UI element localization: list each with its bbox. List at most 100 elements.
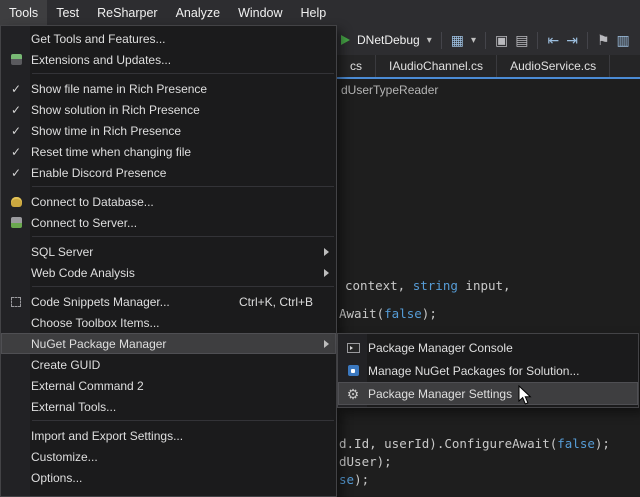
snippets-icon [11, 297, 21, 307]
code-line: d.Id, userId).ConfigureAwait(false); [339, 436, 610, 451]
menu-item-import-export-settings[interactable]: Import and Export Settings... [1, 425, 336, 446]
submenu-item-manage-nuget-packages[interactable]: Manage NuGet Packages for Solution... [338, 359, 638, 382]
menu-bar: Tools Test ReSharper Analyze Window Help [0, 0, 640, 25]
attach-icon[interactable]: ▦ [451, 33, 464, 47]
menu-item-label: Show solution in Rich Presence [31, 103, 200, 117]
menu-item-label: External Command 2 [31, 379, 144, 393]
menu-separator [32, 420, 334, 421]
menubar-item-window[interactable]: Window [229, 0, 291, 25]
code-line: dUser); [339, 454, 392, 469]
menu-separator [32, 236, 334, 237]
menu-separator [32, 73, 334, 74]
menu-item-label: Import and Export Settings... [31, 429, 183, 443]
menu-item-label: Manage NuGet Packages for Solution... [368, 364, 579, 378]
menu-item-label: Enable Discord Presence [31, 166, 166, 180]
code-line: Await(false); [339, 306, 437, 321]
submenu-arrow-icon [324, 248, 329, 256]
menu-item-external-command-2[interactable]: External Command 2 [1, 375, 336, 396]
menu-item-label: Connect to Database... [31, 195, 154, 209]
menu-item-label: Choose Toolbox Items... [31, 316, 160, 330]
menu-item-label: Reset time when changing file [31, 145, 191, 159]
menu-item-label: Web Code Analysis [31, 266, 135, 280]
list-members-icon[interactable]: ▥ [617, 33, 630, 47]
menu-item-label: Options... [31, 471, 82, 485]
menu-item-label: NuGet Package Manager [31, 337, 166, 351]
menubar-item-tools[interactable]: Tools [0, 0, 47, 25]
indent-decrease-icon[interactable]: ⇤ [547, 33, 559, 47]
menu-item-label: SQL Server [31, 245, 93, 259]
menu-item-create-guid[interactable]: Create GUID [1, 354, 336, 375]
toolbar-separator [587, 32, 588, 49]
menubar-item-test[interactable]: Test [47, 0, 88, 25]
check-icon: ✓ [11, 125, 21, 137]
start-debug-icon[interactable] [341, 35, 350, 45]
check-icon: ✓ [11, 167, 21, 179]
tab-label: cs [350, 59, 362, 73]
menu-item-label: Package Manager Console [368, 341, 513, 355]
menubar-item-analyze[interactable]: Analyze [167, 0, 229, 25]
console-icon [347, 343, 360, 353]
menu-item-code-snippets-manager[interactable]: Code Snippets Manager... Ctrl+K, Ctrl+B [1, 291, 336, 312]
menu-item-web-code-analysis[interactable]: Web Code Analysis [1, 262, 336, 283]
submenu-item-package-manager-console[interactable]: Package Manager Console [338, 336, 638, 359]
navbar-type-label: dUserTypeReader [341, 83, 438, 97]
menu-item-enable-discord-presence[interactable]: ✓ Enable Discord Presence [1, 162, 336, 183]
gear-icon: ⚙ [347, 387, 360, 401]
menu-item-label: Connect to Server... [31, 216, 137, 230]
menu-item-show-file-name[interactable]: ✓ Show file name in Rich Presence [1, 78, 336, 99]
menu-item-label: Code Snippets Manager... [31, 295, 170, 309]
submenu-arrow-icon [324, 340, 329, 348]
mouse-cursor [518, 385, 532, 406]
menu-item-choose-toolbox-items[interactable]: Choose Toolbox Items... [1, 312, 336, 333]
menu-item-connect-to-server[interactable]: Connect to Server... [1, 212, 336, 233]
bookmark-icon[interactable]: ⚑ [597, 33, 610, 47]
menu-item-label: Get Tools and Features... [31, 32, 166, 46]
code-line: se); [339, 472, 369, 487]
menu-item-customize[interactable]: Customize... [1, 446, 336, 467]
menu-item-label: Extensions and Updates... [31, 53, 171, 67]
indent-increase-icon[interactable]: ⇥ [566, 33, 578, 47]
menu-item-connect-to-database[interactable]: Connect to Database... [1, 191, 336, 212]
submenu-arrow-icon [324, 269, 329, 277]
menu-item-external-tools[interactable]: External Tools... [1, 396, 336, 417]
menu-item-label: External Tools... [31, 400, 116, 414]
menu-item-label: Show file name in Rich Presence [31, 82, 207, 96]
check-icon: ✓ [11, 83, 21, 95]
menu-item-label: Package Manager Settings [368, 387, 512, 401]
tab-iaudiochannel[interactable]: IAudioChannel.cs [376, 55, 497, 77]
menu-item-get-tools-and-features[interactable]: Get Tools and Features... [1, 28, 336, 49]
tab-partial[interactable]: cs [337, 55, 376, 77]
run-configuration-label[interactable]: DNetDebug [357, 33, 420, 47]
toolbar-separator [485, 32, 486, 49]
menubar-item-resharper[interactable]: ReSharper [88, 0, 166, 25]
menu-separator [32, 286, 334, 287]
toolbar-separator [441, 32, 442, 49]
menu-separator [32, 186, 334, 187]
tab-audioservice[interactable]: AudioService.cs [497, 55, 610, 77]
menu-item-reset-time[interactable]: ✓ Reset time when changing file [1, 141, 336, 162]
menu-item-nuget-package-manager[interactable]: NuGet Package Manager [1, 333, 336, 354]
menu-item-label: Show time in Rich Presence [31, 124, 181, 138]
tools-menu: Get Tools and Features... Extensions and… [0, 25, 337, 497]
tool-window-icon[interactable]: ▣ [495, 33, 508, 47]
menu-item-label: Create GUID [31, 358, 100, 372]
menu-item-show-solution[interactable]: ✓ Show solution in Rich Presence [1, 99, 336, 120]
tab-label: AudioService.cs [510, 59, 596, 73]
check-icon: ✓ [11, 146, 21, 158]
chevron-down-icon[interactable]: ▾ [471, 35, 476, 46]
code-line: context, string input, [345, 278, 511, 293]
submenu-item-package-manager-settings[interactable]: ⚙ Package Manager Settings [338, 382, 638, 405]
menu-item-extensions-and-updates[interactable]: Extensions and Updates... [1, 49, 336, 70]
menu-item-sql-server[interactable]: SQL Server [1, 241, 336, 262]
extensions-icon [11, 54, 22, 65]
menu-item-options[interactable]: Options... [1, 467, 336, 488]
menu-item-shortcut: Ctrl+K, Ctrl+B [239, 295, 313, 309]
tab-label: IAudioChannel.cs [389, 59, 483, 73]
server-icon [11, 217, 22, 228]
nuget-package-manager-submenu: Package Manager Console Manage NuGet Pac… [337, 333, 639, 408]
layout-icon[interactable]: ▤ [515, 33, 528, 47]
menubar-item-help[interactable]: Help [292, 0, 336, 25]
chevron-down-icon[interactable]: ▾ [427, 35, 432, 46]
menu-item-show-time[interactable]: ✓ Show time in Rich Presence [1, 120, 336, 141]
database-icon [11, 197, 22, 207]
